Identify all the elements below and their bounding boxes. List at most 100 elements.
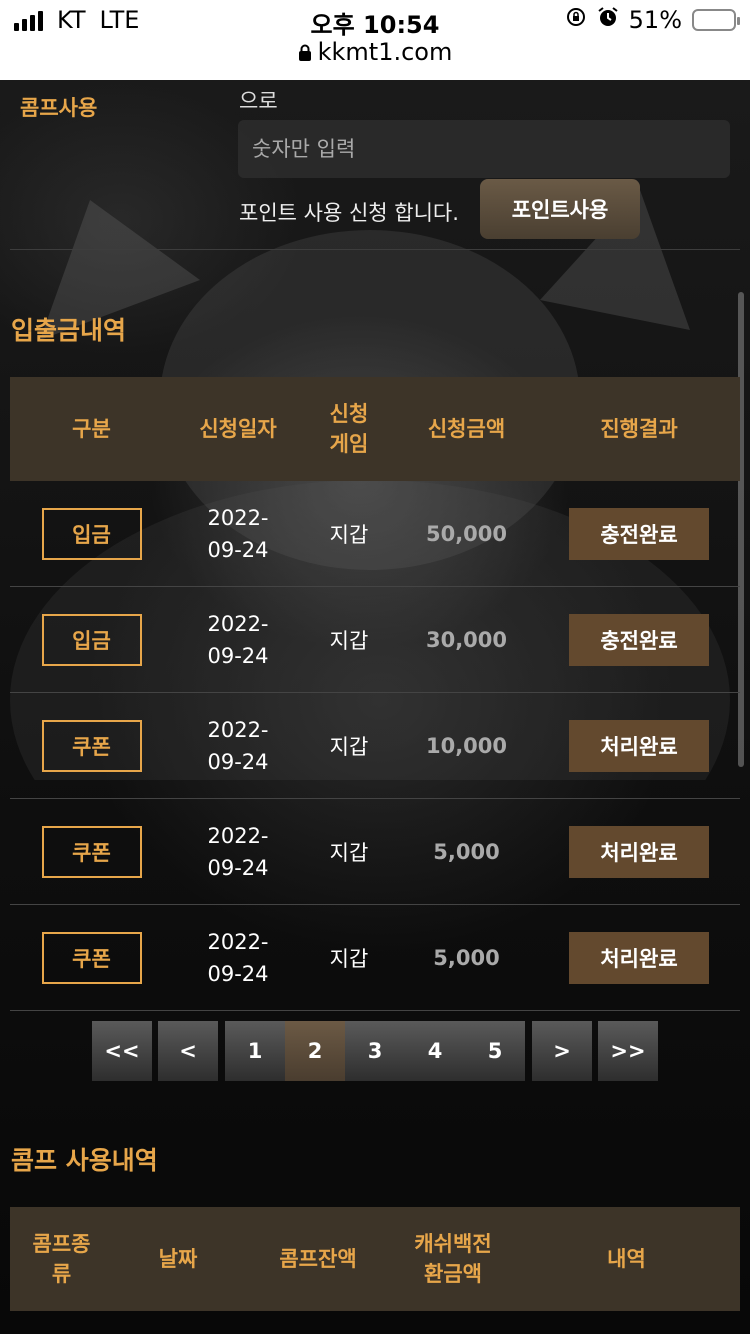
amount-text: 30,000 [425, 627, 508, 652]
amount-text: 5,000 [433, 839, 500, 864]
type-badge[interactable]: 쿠폰 [41, 825, 142, 878]
table-row: 입금 2022- 09-24 지갑 50,000 충전완료 [10, 481, 740, 587]
date-year: 2022- [207, 611, 269, 636]
date-cell: 2022- 09-24 [173, 714, 303, 778]
header-amount: 신청금액 [427, 417, 506, 441]
comp-use-label: 콤프사용 [20, 96, 98, 120]
date-day: 09-24 [207, 961, 269, 986]
page-number-button[interactable]: 3 [345, 1021, 405, 1081]
header-comp-balance: 콤프잔액 [279, 1247, 357, 1271]
date-day: 09-24 [207, 643, 269, 668]
header-date: 신청일자 [199, 417, 277, 441]
result-cell: 처리완료 [538, 719, 740, 772]
amount-cell: 5,000 [395, 946, 538, 970]
header-cashback: 캐쉬백전 환금액 [414, 1232, 492, 1286]
amount-cell: 10,000 [395, 734, 538, 758]
amount-text: 50,000 [425, 521, 508, 546]
table-row: 쿠폰 2022- 09-24 지갑 10,000 처리완료 [10, 693, 740, 799]
address-bar[interactable]: kkmt1.com [0, 38, 750, 67]
amount-cell: 30,000 [395, 628, 538, 652]
page-next-button[interactable]: > [532, 1021, 592, 1081]
point-amount-input[interactable] [238, 120, 730, 178]
comp-table-header: 콤프종 류 날짜 콤프잔액 캐쉬백전 환금액 내역 [10, 1207, 740, 1311]
game-cell: 지갑 [303, 943, 395, 973]
status-badge: 충전완료 [569, 613, 709, 666]
date-year: 2022- [207, 823, 269, 848]
page-number-button[interactable]: 1 [225, 1021, 285, 1081]
table-row: 쿠폰 2022- 09-24 지갑 5,000 처리완료 [10, 905, 740, 1011]
date-day: 09-24 [207, 537, 269, 562]
amount-text: 10,000 [425, 733, 508, 758]
type-cell: 입금 [10, 613, 173, 666]
url-text: kkmt1.com [317, 38, 453, 66]
date-text: 2022- 09-24 [207, 714, 268, 778]
date-text: 2022- 09-24 [207, 820, 268, 884]
date-cell: 2022- 09-24 [173, 502, 303, 566]
rotation-lock-icon [565, 6, 587, 34]
deposit-table-body: 입금 2022- 09-24 지갑 50,000 충전완료 입금 2022- 09-24 지갑 30… [10, 481, 740, 1011]
header-game: 신청 게임 [329, 402, 369, 456]
page-prev-button[interactable]: < [158, 1021, 218, 1081]
type-badge[interactable]: 쿠폰 [41, 931, 142, 984]
game-cell: 지갑 [303, 625, 395, 655]
result-cell: 충전완료 [538, 507, 740, 560]
game-text: 지갑 [329, 628, 369, 653]
game-cell: 지갑 [303, 837, 395, 867]
type-cell: 쿠폰 [10, 931, 173, 984]
comp-history-title: 콤프 사용내역 [11, 1146, 158, 1175]
deposit-table-header: 구분 신청일자 신청 게임 신청금액 진행결과 [10, 377, 740, 481]
status-badge: 처리완료 [569, 719, 709, 772]
table-row: 쿠폰 2022- 09-24 지갑 5,000 처리완료 [10, 799, 740, 905]
date-text: 2022- 09-24 [207, 926, 268, 990]
type-cell: 입금 [10, 507, 173, 560]
date-text: 2022- 09-24 [207, 502, 268, 566]
page-number-group: 12345 [225, 1021, 525, 1081]
header-comp-date: 날짜 [158, 1247, 198, 1271]
game-cell: 지갑 [303, 519, 395, 549]
pagination: << < 12345 > >> [92, 1021, 658, 1081]
header-type: 구분 [72, 417, 111, 441]
lock-icon [298, 39, 312, 67]
type-badge[interactable]: 쿠폰 [41, 719, 142, 772]
date-year: 2022- [207, 717, 269, 742]
date-cell: 2022- 09-24 [173, 608, 303, 672]
result-cell: 충전완료 [538, 613, 740, 666]
battery-icon [692, 9, 740, 31]
date-cell: 2022- 09-24 [173, 820, 303, 884]
page-number-button[interactable]: 5 [465, 1021, 525, 1081]
table-row: 입금 2022- 09-24 지갑 30,000 충전완료 [10, 587, 740, 693]
battery-percent: 51% [628, 6, 682, 34]
status-bar: KT LTE 오후 10:54 kkmt1.com 51% [0, 0, 750, 80]
page-last-button[interactable]: >> [598, 1021, 658, 1081]
type-cell: 쿠폰 [10, 825, 173, 878]
type-badge[interactable]: 입금 [41, 613, 142, 666]
date-year: 2022- [207, 505, 269, 530]
page-content: 콤프사용 으로 포인트 사용 신청 합니다. 포인트사용 입출금내역 구분 신청… [0, 80, 750, 1334]
date-year: 2022- [207, 929, 269, 954]
game-text: 지갑 [329, 946, 369, 971]
header-result: 진행결과 [600, 417, 678, 441]
status-badge: 충전완료 [569, 507, 709, 560]
divider [10, 249, 740, 250]
page-number-button[interactable]: 2 [285, 1021, 345, 1081]
date-cell: 2022- 09-24 [173, 926, 303, 990]
status-badge: 처리완료 [569, 825, 709, 878]
alarm-icon [597, 6, 619, 34]
type-badge[interactable]: 입금 [41, 507, 142, 560]
game-cell: 지갑 [303, 731, 395, 761]
deposit-history-title: 입출금내역 [11, 316, 127, 345]
header-comp-detail: 내역 [607, 1247, 646, 1271]
page-number-button[interactable]: 4 [405, 1021, 465, 1081]
date-text: 2022- 09-24 [207, 608, 268, 672]
result-cell: 처리완료 [538, 825, 740, 878]
date-day: 09-24 [207, 749, 269, 774]
point-use-button[interactable]: 포인트사용 [480, 179, 640, 239]
game-text: 지갑 [329, 840, 369, 865]
status-right: 51% [565, 6, 740, 34]
page-first-button[interactable]: << [92, 1021, 152, 1081]
amount-cell: 5,000 [395, 840, 538, 864]
header-comp-type: 콤프종 류 [32, 1232, 91, 1286]
game-text: 지갑 [329, 522, 369, 547]
amount-text: 5,000 [433, 945, 500, 970]
date-day: 09-24 [207, 855, 269, 880]
